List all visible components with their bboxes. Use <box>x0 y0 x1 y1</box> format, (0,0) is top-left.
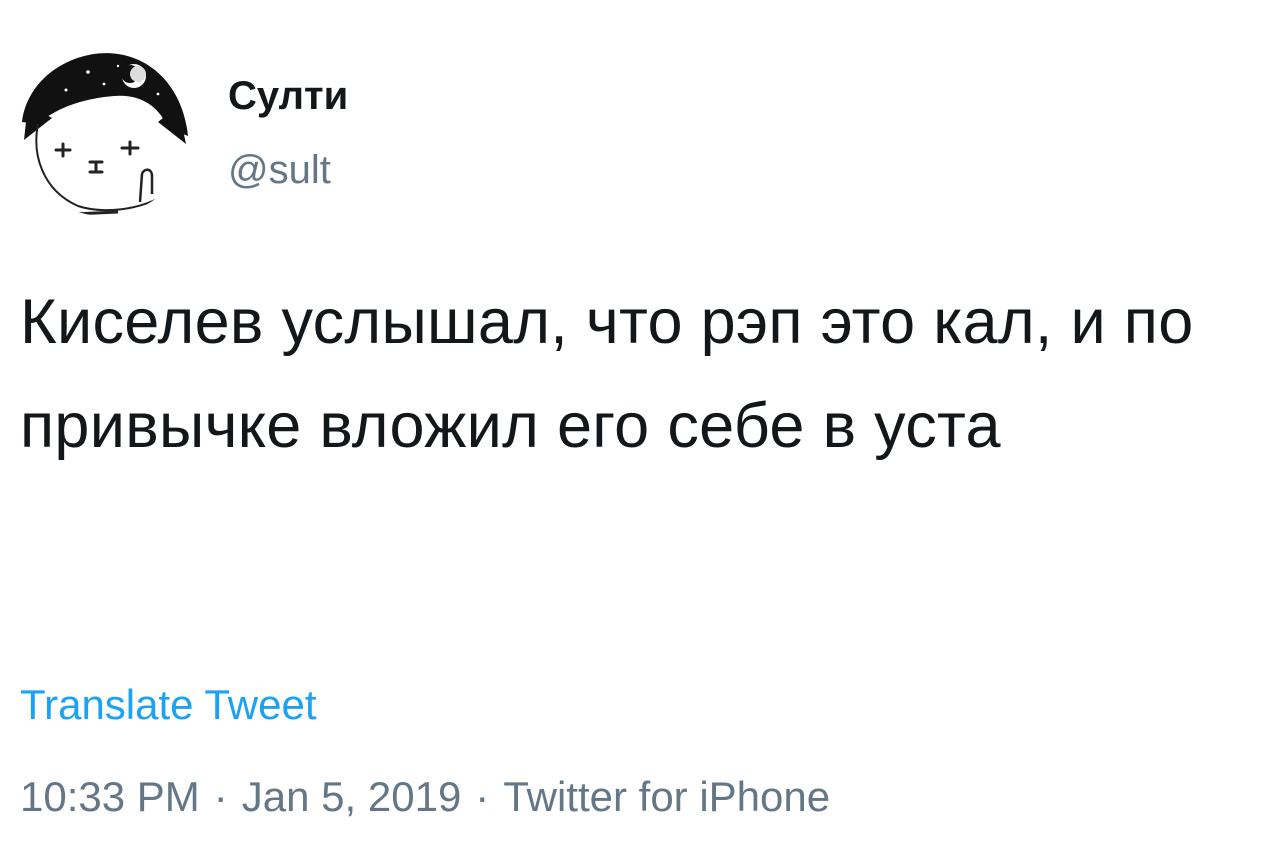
author-names: Султи @sult <box>228 72 348 194</box>
tweet-meta: 10:33 PM · Jan 5, 2019 · Twitter for iPhone <box>20 770 830 824</box>
translate-tweet-link[interactable]: Translate Tweet <box>20 680 316 730</box>
tweet-time[interactable]: 10:33 PM <box>20 773 200 820</box>
display-name[interactable]: Султи <box>228 72 348 120</box>
tweet-header: Султи @sult <box>18 44 718 219</box>
user-handle[interactable]: @sult <box>228 146 348 194</box>
tweet-source[interactable]: Twitter for iPhone <box>503 773 830 820</box>
tweet-date[interactable]: Jan 5, 2019 <box>242 773 462 820</box>
meta-separator: · <box>213 773 228 820</box>
cat-avatar-icon <box>22 53 188 216</box>
tweet-text: Киселев услышал, что рэп это кал, и по п… <box>20 287 1194 461</box>
tweet-card: Султи @sult Киселев услышал, что рэп это… <box>0 0 1280 865</box>
avatar[interactable] <box>18 44 190 216</box>
meta-separator: · <box>475 773 490 820</box>
